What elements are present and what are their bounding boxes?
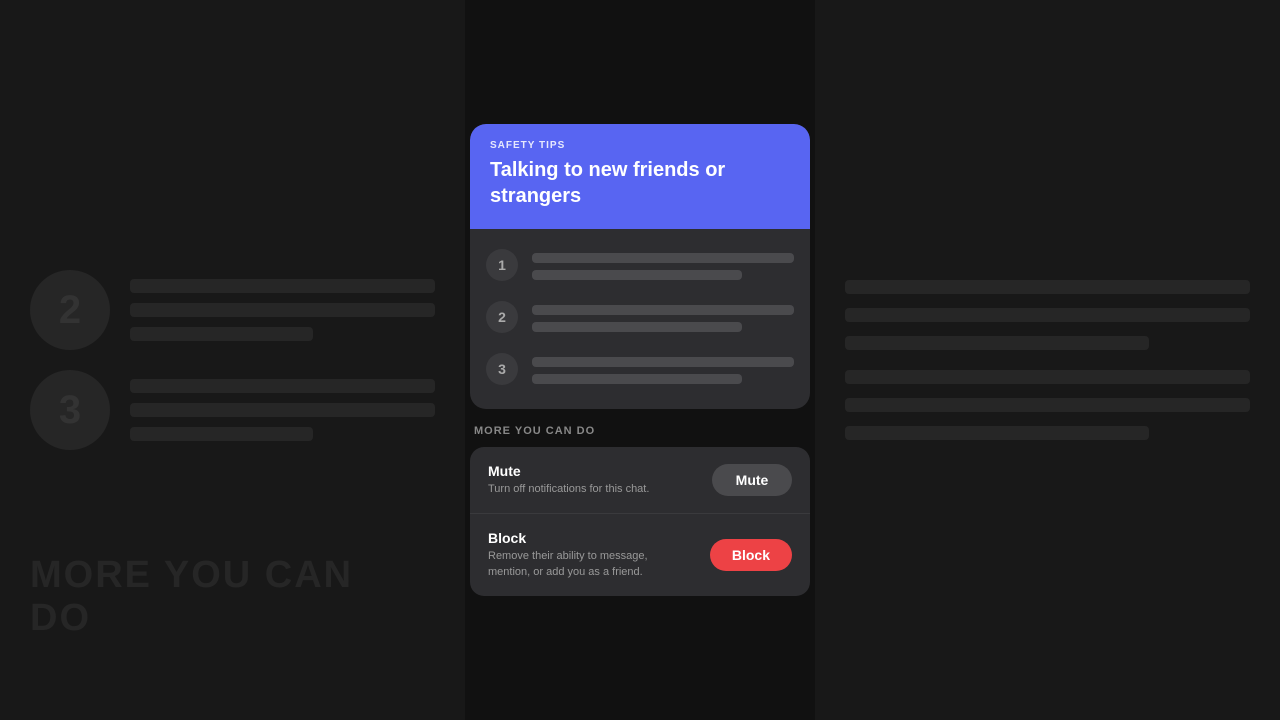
tip-number-2: 2 [486,301,518,333]
bg-right-line-short [845,336,1149,350]
tip-line [532,357,794,367]
tip-row-3: 3 [486,353,794,385]
center-panel: SAFETY TIPS Talking to new friends or st… [470,124,810,596]
tips-body: 1 2 3 [470,229,810,409]
bg-line-short [130,427,313,441]
tip-lines-1 [532,249,794,280]
bg-right-lines-group-2 [845,370,1250,440]
tip-row-1: 1 [486,249,794,281]
tip-line-short [532,374,742,384]
bg-right-line [845,280,1250,294]
more-label: MORE YOU CAN DO [470,425,810,437]
tip-line-short [532,270,742,280]
actions-card: Mute Turn off notifications for this cha… [470,447,810,596]
bg-right-line [845,370,1250,384]
tip-lines-3 [532,353,794,384]
background-left: 2 3 MORE YOU CAN do [0,0,465,720]
tip-line [532,305,794,315]
background-right [815,0,1280,720]
bg-row-2: 2 [30,270,435,350]
bg-right-line-short [845,426,1149,440]
block-action-row: Block Remove their ability to message, m… [470,513,810,596]
bg-line [130,379,435,393]
bg-number-3: 3 [30,370,110,450]
tip-line [532,253,794,263]
mute-text-group: Mute Turn off notifications for this cha… [488,463,649,497]
tip-number-1: 1 [486,249,518,281]
tip-row-2: 2 [486,301,794,333]
mute-title: Mute [488,463,649,479]
bg-bottom-text: MORE YOU CAN do [30,554,353,640]
tips-header: SAFETY TIPS Talking to new friends or st… [470,124,810,229]
bg-lines-2 [130,279,435,341]
block-button[interactable]: Block [710,539,792,571]
block-title: Block [488,530,668,546]
tip-line-short [532,322,742,332]
tips-title: Talking to new friends or strangers [490,157,790,209]
tip-lines-2 [532,301,794,332]
bg-number-2: 2 [30,270,110,350]
bg-right-line [845,398,1250,412]
bg-row-3: 3 [30,370,435,450]
safety-label: SAFETY TIPS [490,140,790,151]
bg-lines-3 [130,379,435,441]
bg-line-short [130,327,313,341]
tip-number-3: 3 [486,353,518,385]
mute-button[interactable]: Mute [712,464,792,496]
bg-right-lines-group [845,280,1250,350]
bg-line [130,279,435,293]
more-section: MORE YOU CAN DO Mute Turn off notificati… [470,425,810,596]
mute-action-row: Mute Turn off notifications for this cha… [470,447,810,513]
block-description: Remove their ability to message, mention… [488,549,668,580]
tips-card: SAFETY TIPS Talking to new friends or st… [470,124,810,409]
bg-line [130,303,435,317]
bg-right-line [845,308,1250,322]
mute-description: Turn off notifications for this chat. [488,482,649,497]
bg-line [130,403,435,417]
block-text-group: Block Remove their ability to message, m… [488,530,668,580]
